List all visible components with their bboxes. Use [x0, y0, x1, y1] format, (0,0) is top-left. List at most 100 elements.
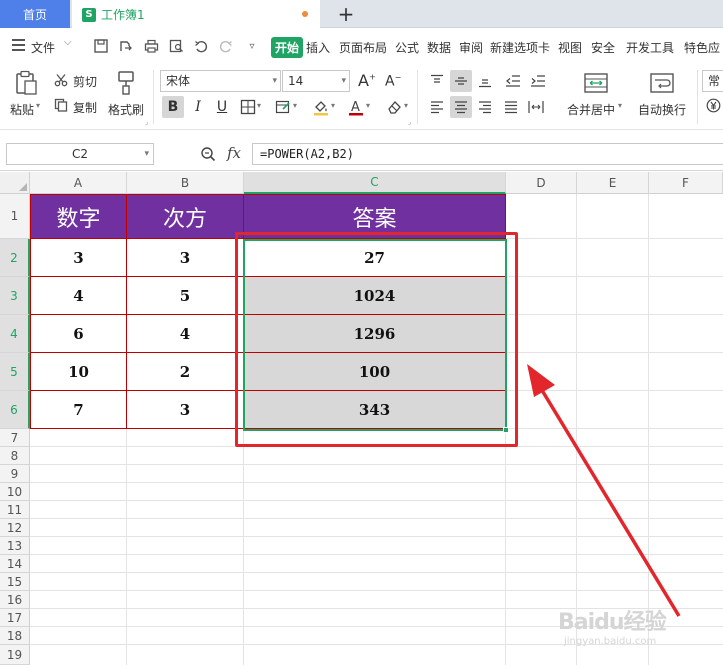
format-painter-icon[interactable]	[114, 70, 140, 96]
export-icon[interactable]	[117, 38, 133, 54]
chevron-down-icon[interactable]: ▾	[331, 101, 335, 110]
fill-color-icon[interactable]	[310, 96, 332, 118]
row-header-14[interactable]: 14	[0, 555, 30, 573]
menu-tab-review[interactable]: 审阅	[459, 39, 483, 56]
row-header-18[interactable]: 18	[0, 627, 30, 645]
align-left-icon[interactable]	[426, 96, 448, 118]
menu-tab-page-layout[interactable]: 页面布局	[339, 39, 387, 56]
print-preview-icon[interactable]	[168, 38, 184, 54]
paste-icon[interactable]	[13, 70, 39, 96]
paste-chevron-icon[interactable]: ▾	[36, 101, 40, 110]
clipboard-dialog-icon[interactable]: ⌟	[145, 118, 148, 126]
menu-file[interactable]: 文件	[31, 39, 55, 56]
row-header-12[interactable]: 12	[0, 519, 30, 537]
increase-font-size-icon[interactable]: A+	[358, 71, 376, 90]
font-size-select[interactable]: 14 ▾	[282, 70, 350, 92]
hamburger-icon[interactable]	[12, 39, 25, 51]
column-header-c[interactable]: C	[244, 172, 506, 194]
header-cell-power[interactable]: 次方	[127, 194, 244, 239]
number-format-select[interactable]: 常规	[702, 70, 723, 92]
decrease-font-size-icon[interactable]: A−	[385, 73, 401, 90]
merge-center-button[interactable]: 合并居中	[567, 101, 615, 118]
row-header-10[interactable]: 10	[0, 483, 30, 501]
cell-a2[interactable]: 3	[30, 239, 127, 277]
row-header-7[interactable]: 7	[0, 429, 30, 447]
print-icon[interactable]	[143, 38, 159, 54]
row-header-6[interactable]: 6	[0, 391, 30, 429]
header-cell-number[interactable]: 数字	[30, 194, 127, 239]
distributed-align-icon[interactable]	[525, 96, 547, 118]
align-right-icon[interactable]	[474, 96, 496, 118]
row-header-15[interactable]: 15	[0, 573, 30, 591]
row-header-13[interactable]: 13	[0, 537, 30, 555]
tab-home[interactable]: 首页	[0, 0, 70, 28]
menu-tab-data[interactable]: 数据	[427, 39, 451, 56]
name-box[interactable]: C2 ▾	[6, 143, 154, 165]
row-header-5[interactable]: 5	[0, 353, 30, 391]
menu-tab-formulas[interactable]: 公式	[395, 39, 419, 56]
insert-function-icon[interactable]: fx	[227, 144, 241, 162]
redo-icon[interactable]	[218, 38, 234, 54]
cell-a3[interactable]: 4	[30, 277, 127, 315]
column-header-d[interactable]: D	[506, 172, 577, 194]
row-header-8[interactable]: 8	[0, 447, 30, 465]
copy-button[interactable]: 复制	[73, 99, 97, 116]
merge-center-icon[interactable]	[582, 71, 610, 95]
cell-b5[interactable]: 2	[127, 353, 244, 391]
row-header-4[interactable]: 4	[0, 315, 30, 353]
currency-icon[interactable]	[706, 98, 721, 116]
formula-input[interactable]: =POWER(A2,B2)	[252, 143, 723, 165]
chevron-down-icon[interactable]: ▾	[366, 101, 370, 110]
row-header-2[interactable]: 2	[0, 239, 30, 277]
row-header-1[interactable]: 1	[0, 194, 30, 239]
chevron-down-icon[interactable]: ▾	[293, 101, 297, 110]
row-header-3[interactable]: 3	[0, 277, 30, 315]
zoom-search-icon[interactable]	[200, 146, 216, 162]
justify-icon[interactable]	[500, 96, 522, 118]
borders-icon[interactable]	[237, 96, 259, 118]
increase-indent-icon[interactable]	[527, 70, 549, 92]
cell-b2[interactable]: 3	[127, 239, 244, 277]
cell-b6[interactable]: 3	[127, 391, 244, 429]
column-header-f[interactable]: F	[649, 172, 723, 194]
format-painter-button[interactable]: 格式刷	[108, 101, 144, 118]
clear-format-icon[interactable]	[383, 96, 405, 118]
select-all-corner[interactable]	[0, 172, 30, 194]
row-header-11[interactable]: 11	[0, 501, 30, 519]
cell-a5[interactable]: 10	[30, 353, 127, 391]
row-header-17[interactable]: 17	[0, 609, 30, 627]
chevron-down-icon[interactable]: ▾	[618, 101, 622, 110]
menu-tab-features[interactable]: 特色应	[684, 39, 720, 56]
undo-icon[interactable]	[193, 38, 209, 54]
wrap-text-icon[interactable]	[648, 71, 676, 95]
cut-button[interactable]: 剪切	[73, 73, 97, 90]
row-header-19[interactable]: 19	[0, 645, 30, 665]
menu-tab-insert[interactable]: 插入	[306, 39, 330, 56]
italic-button[interactable]: I	[187, 96, 209, 118]
menu-tab-security[interactable]: 安全	[591, 39, 615, 56]
menu-tab-developer[interactable]: 开发工具	[626, 39, 674, 56]
column-header-b[interactable]: B	[127, 172, 244, 194]
new-tab-button[interactable]: +	[335, 2, 357, 26]
customize-toolbar-chevron-icon[interactable]: ▿	[244, 38, 260, 54]
tab-workbook[interactable]: S 工作簿1	[72, 0, 320, 29]
decrease-indent-icon[interactable]	[502, 70, 524, 92]
row-header-9[interactable]: 9	[0, 465, 30, 483]
column-header-a[interactable]: A	[30, 172, 127, 194]
cell-a6[interactable]: 7	[30, 391, 127, 429]
menu-tab-new-tab[interactable]: 新建选项卡	[490, 39, 550, 56]
column-header-e[interactable]: E	[577, 172, 649, 194]
cell-style-icon[interactable]	[272, 96, 294, 118]
align-middle-icon[interactable]	[450, 70, 472, 92]
save-icon[interactable]	[93, 38, 109, 54]
align-top-icon[interactable]	[426, 70, 448, 92]
bold-button[interactable]: B	[162, 96, 184, 118]
cell-b4[interactable]: 4	[127, 315, 244, 353]
font-color-icon[interactable]: A	[345, 96, 367, 118]
align-center-icon[interactable]	[450, 96, 472, 118]
menu-tab-start[interactable]: 开始	[271, 37, 304, 58]
row-header-16[interactable]: 16	[0, 591, 30, 609]
chevron-down-icon[interactable]: ⌵	[64, 37, 72, 48]
cell-b3[interactable]: 5	[127, 277, 244, 315]
wrap-text-button[interactable]: 自动换行	[638, 101, 686, 118]
